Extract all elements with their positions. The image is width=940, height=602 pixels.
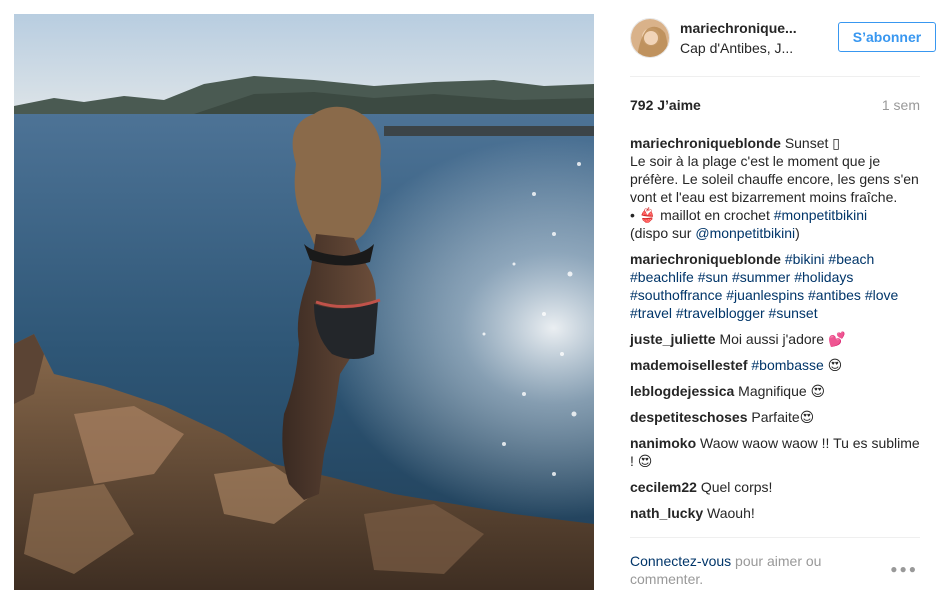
post-time[interactable]: 1 sem — [882, 97, 920, 113]
hashtag-link[interactable]: #travel — [630, 305, 672, 321]
hashtag-link[interactable]: #southoffrance — [630, 287, 722, 303]
hashtag-link[interactable]: #bikini — [785, 251, 825, 267]
hashtags-comment: mariechroniqueblonde #bikini #beach #bea… — [630, 250, 922, 322]
comments-list: mariechroniqueblonde Sunset ▯ Le soir à … — [630, 134, 922, 530]
caption-text: ) — [795, 225, 800, 241]
hashtag-link[interactable]: #beach — [828, 251, 874, 267]
hashtag-link[interactable]: #summer — [732, 269, 790, 285]
caption-text: (dispo sur — [630, 225, 696, 241]
comment: cecilem22 Quel corps! — [630, 478, 922, 496]
caption-line: • 👙 maillot en crochet #monpetitbikini — [630, 206, 922, 224]
post-sidebar: mariechronique... Cap d'Antibes, J... S’… — [614, 0, 940, 602]
hashtag-link[interactable]: #antibes — [808, 287, 861, 303]
login-prompt: Connectez-vous pour aimer ou commenter. … — [630, 552, 922, 592]
follow-button[interactable]: S’abonner — [838, 22, 936, 52]
comment: nanimoko Waow waow waow !! Tu es sublime… — [630, 434, 922, 470]
hashtag-link[interactable]: #beachlife — [630, 269, 694, 285]
comment: juste_juliette Moi aussi j'adore 💕 — [630, 330, 922, 348]
hashtag-link[interactable]: #bombasse — [751, 357, 823, 373]
photo-image — [14, 14, 594, 590]
comment-author[interactable]: mademoisellestef — [630, 357, 748, 373]
comment-text: Waouh! — [707, 505, 755, 521]
divider — [630, 76, 920, 77]
mention-link[interactable]: @monpetitbikini — [695, 225, 795, 241]
hashtag-link[interactable]: #holidays — [794, 269, 853, 285]
post-stats: 792 J’aime 1 sem — [630, 97, 920, 117]
comment-text: Moi aussi j'adore 💕 — [719, 331, 846, 347]
comment-author[interactable]: despetiteschoses — [630, 409, 748, 425]
comment-author[interactable]: mariechroniqueblonde — [630, 251, 781, 267]
comment-author[interactable]: cecilem22 — [630, 479, 697, 495]
login-link[interactable]: Connectez-vous — [630, 553, 731, 569]
comment: mademoisellestef #bombasse 😍 — [630, 356, 922, 374]
comment-author[interactable]: mariechroniqueblonde — [630, 135, 781, 151]
post-photo[interactable] — [14, 14, 594, 590]
comment-text: Magnifique 😍 — [738, 383, 826, 399]
comment-author[interactable]: nanimoko — [630, 435, 696, 451]
more-options-icon[interactable]: ●●● — [890, 562, 918, 576]
comment: nath_lucky Waouh! — [630, 504, 922, 522]
post-author[interactable]: mariechronique... — [680, 20, 797, 36]
hashtag-link[interactable]: #sunset — [769, 305, 818, 321]
comment-text: Parfaite😍 — [751, 409, 815, 425]
caption-text: • 👙 maillot en crochet — [630, 207, 774, 223]
comment-author[interactable]: leblogdejessica — [630, 383, 734, 399]
caption: mariechroniqueblonde Sunset ▯ Le soir à … — [630, 134, 922, 242]
hashtag-link[interactable]: #love — [865, 287, 898, 303]
comment-author[interactable]: nath_lucky — [630, 505, 703, 521]
caption-title: Sunset ▯ — [784, 135, 840, 151]
hashtag-link[interactable]: #juanlespins — [726, 287, 804, 303]
instagram-post: mariechronique... Cap d'Antibes, J... S’… — [0, 0, 940, 602]
divider — [630, 537, 920, 538]
hashtag-link[interactable]: #sun — [698, 269, 728, 285]
hashtag-link[interactable]: #travelblogger — [676, 305, 765, 321]
post-header: mariechronique... Cap d'Antibes, J... S’… — [630, 16, 936, 60]
comment-text: Quel corps! — [700, 479, 773, 495]
avatar-image — [631, 19, 669, 57]
comment-author[interactable]: juste_juliette — [630, 331, 716, 347]
comment-text: 😍 — [827, 357, 843, 373]
comment: despetiteschoses Parfaite😍 — [630, 408, 922, 426]
caption-body: Le soir à la plage c'est le moment que j… — [630, 153, 919, 205]
likes-count[interactable]: 792 J’aime — [630, 97, 701, 113]
avatar[interactable] — [630, 18, 670, 58]
post-location[interactable]: Cap d'Antibes, J... — [680, 40, 793, 56]
comment: leblogdejessica Magnifique 😍 — [630, 382, 922, 400]
caption-line: (dispo sur @monpetitbikini) — [630, 224, 922, 242]
login-text: Connectez-vous pour aimer ou commenter. — [630, 552, 870, 588]
hashtag-link[interactable]: #monpetitbikini — [774, 207, 867, 223]
